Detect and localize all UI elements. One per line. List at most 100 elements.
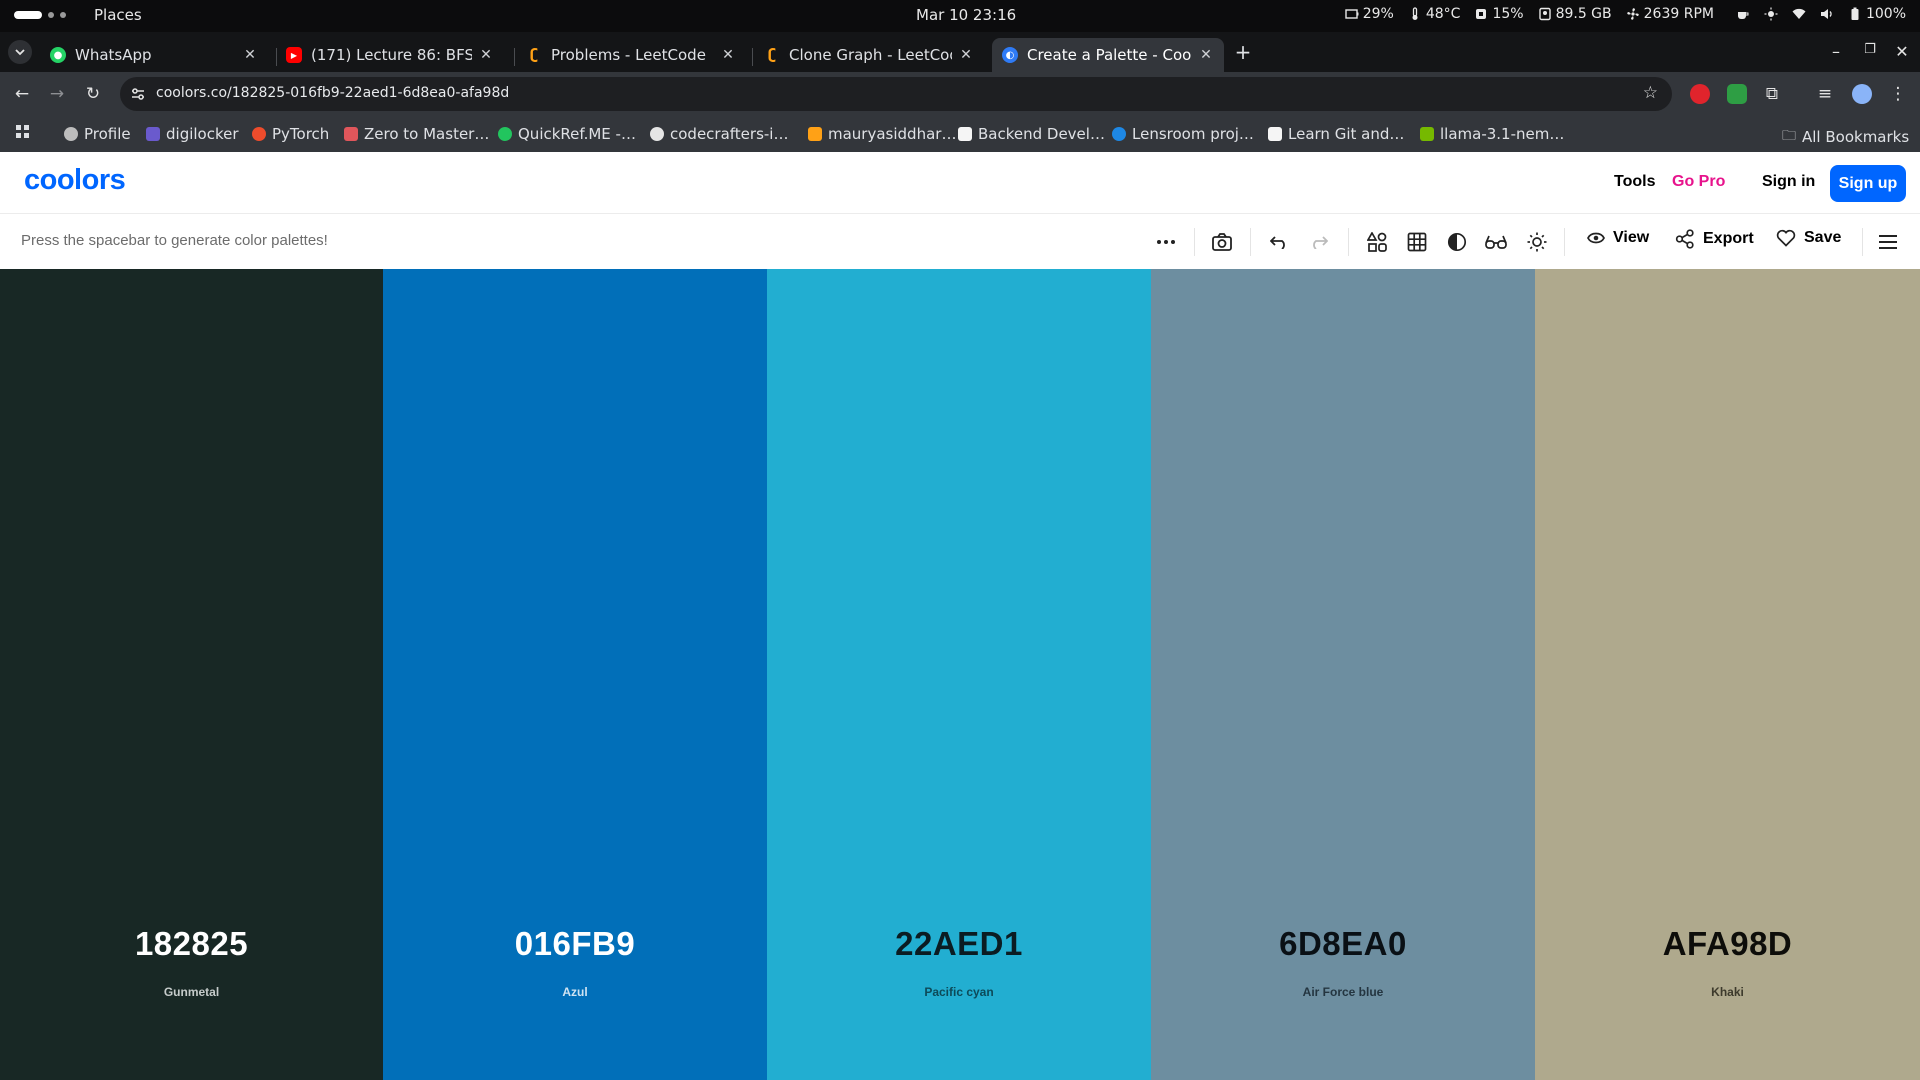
more-options-button[interactable] (1155, 231, 1177, 253)
color-swatch-1[interactable]: 182825 Gunmetal (0, 269, 383, 1080)
hex-code[interactable]: 22AED1 (767, 925, 1151, 963)
close-window-button[interactable]: ✕ (1892, 42, 1912, 61)
color-swatch-4[interactable]: 6D8EA0 Air Force blue (1151, 269, 1535, 1080)
ellipsis-icon (1157, 240, 1175, 244)
profile-avatar[interactable] (1852, 84, 1872, 104)
tab-whatsapp[interactable]: ● WhatsApp ✕ (40, 38, 268, 72)
color-swatch-5[interactable]: AFA98D Khaki (1535, 269, 1920, 1080)
caffeine-icon[interactable] (1736, 7, 1750, 21)
tab-coolors-palette[interactable]: ◐ Create a Palette - Coolor ✕ (992, 38, 1224, 72)
close-icon[interactable]: ✕ (478, 47, 494, 63)
extension-adblock-icon[interactable] (1690, 84, 1710, 104)
contrast-button[interactable] (1446, 231, 1468, 253)
redo-button[interactable] (1308, 231, 1330, 253)
restore-button[interactable]: ❐ (1860, 42, 1880, 57)
close-icon: ✕ (1895, 42, 1909, 61)
color-name[interactable]: Air Force blue (1151, 985, 1535, 999)
bookmark-quickref[interactable]: QuickRef.ME -… (498, 125, 636, 143)
color-name[interactable]: Azul (383, 985, 767, 999)
hex-code[interactable]: AFA98D (1535, 925, 1920, 963)
site-settings-icon[interactable] (130, 86, 146, 102)
new-tab-button[interactable]: + (1232, 41, 1254, 63)
github-icon (650, 127, 664, 141)
redo-icon (1313, 236, 1328, 249)
clock[interactable]: Mar 10 23:16 (916, 6, 1016, 24)
bookmarks-bar: Profile digilocker PyTorch Zero to Maste… (0, 116, 1920, 152)
bookmark-label: Backend Devel… (978, 125, 1105, 143)
reload-button[interactable]: ↻ (83, 84, 103, 104)
bookmark-backend-devel[interactable]: Backend Devel… (958, 125, 1105, 143)
hex-code[interactable]: 6D8EA0 (1151, 925, 1535, 963)
lensroom-icon (1112, 127, 1126, 141)
forward-button[interactable]: → (47, 84, 67, 104)
camera-button[interactable] (1211, 231, 1233, 253)
sign-in-link[interactable]: Sign in (1762, 173, 1815, 191)
browser-menu-button[interactable]: ⋮ (1888, 84, 1908, 104)
minimize-button[interactable]: – (1826, 42, 1846, 61)
close-icon[interactable]: ✕ (720, 47, 736, 63)
close-icon[interactable]: ✕ (242, 47, 258, 63)
undo-button[interactable] (1268, 231, 1290, 253)
shapes-button[interactable] (1366, 231, 1388, 253)
bookmark-zero-to-master[interactable]: Zero to Master… (344, 125, 489, 143)
media-control-button[interactable]: ≡ (1815, 84, 1835, 104)
bookmark-codecrafters[interactable]: codecrafters-i… (650, 125, 788, 143)
shapes-icon (1367, 232, 1387, 252)
tab-divider (514, 48, 515, 66)
sign-up-button[interactable]: Sign up (1830, 165, 1906, 202)
wifi-icon[interactable] (1792, 7, 1806, 21)
color-name[interactable]: Khaki (1535, 985, 1920, 999)
color-swatch-3[interactable]: 22AED1 Pacific cyan (767, 269, 1151, 1080)
close-icon[interactable]: ✕ (958, 47, 974, 63)
leetcode-icon: ʗ (767, 47, 777, 63)
color-swatch-2[interactable]: 016FB9 Azul (383, 269, 767, 1080)
workspace-indicator[interactable] (14, 11, 66, 19)
bookmark-digilocker[interactable]: digilocker (146, 125, 239, 143)
close-icon[interactable]: ✕ (1198, 47, 1214, 63)
disk-value: 89.5 GB (1555, 6, 1612, 22)
grid-view-button[interactable] (1406, 231, 1428, 253)
camera-icon (1212, 233, 1232, 251)
hex-code[interactable]: 016FB9 (383, 925, 767, 963)
extension-shield-icon[interactable] (1727, 84, 1747, 104)
tab-leetcode-problems[interactable]: ʗ Problems - LeetCode ✕ (516, 38, 746, 72)
color-name[interactable]: Pacific cyan (767, 985, 1151, 999)
bookmark-llama[interactable]: llama-3.1-nem… (1420, 125, 1564, 143)
color-blindness-button[interactable] (1485, 231, 1507, 253)
adjust-brightness-button[interactable] (1526, 231, 1548, 253)
color-name[interactable]: Gunmetal (0, 985, 383, 999)
bookmark-label: digilocker (166, 125, 239, 143)
all-bookmarks-button[interactable]: 🗀 All Bookmarks (1782, 125, 1909, 149)
bookmark-profile[interactable]: Profile (64, 125, 131, 143)
places-menu[interactable]: Places (94, 6, 142, 24)
hex-code[interactable]: 182825 (0, 925, 383, 963)
extensions-button[interactable]: ⧉ (1762, 84, 1782, 104)
bookmark-lensroom[interactable]: Lensroom proj… (1112, 125, 1254, 143)
tools-link[interactable]: Tools (1614, 173, 1655, 191)
bookmark-mauryasiddhar[interactable]: mauryasiddhar… (808, 125, 956, 143)
brightness-icon[interactable] (1764, 7, 1778, 21)
toolbar-divider (1250, 228, 1251, 256)
url-text[interactable]: coolors.co/182825-016fb9-22aed1-6d8ea0-a… (156, 85, 509, 101)
menu-button[interactable] (1877, 231, 1899, 253)
coolors-icon: ◐ (1002, 47, 1018, 63)
apps-button[interactable] (16, 125, 30, 139)
coolors-logo[interactable]: coolors (24, 164, 126, 197)
volume-icon[interactable] (1820, 7, 1834, 21)
tab-clone-graph[interactable]: ʗ Clone Graph - LeetCode ✕ (754, 38, 984, 72)
address-bar[interactable]: coolors.co/182825-016fb9-22aed1-6d8ea0-a… (120, 77, 1672, 111)
tray-icons (1736, 7, 1834, 21)
tab-search-button[interactable] (8, 40, 32, 64)
tab-title: Problems - LeetCode (551, 46, 706, 64)
export-button[interactable]: Export (1675, 229, 1754, 249)
bookmark-pytorch[interactable]: PyTorch (252, 125, 329, 143)
back-button[interactable]: ← (12, 84, 32, 104)
bookmark-learn-git[interactable]: Learn Git and… (1268, 125, 1404, 143)
bookmark-star-icon[interactable]: ☆ (1643, 83, 1658, 103)
system-status-area[interactable]: 29% 48°C 15% 89.5 GB 2639 RPM 100% (1345, 6, 1906, 22)
save-button[interactable]: Save (1776, 229, 1841, 247)
go-pro-link[interactable]: Go Pro (1672, 173, 1725, 191)
save-label: Save (1804, 229, 1842, 246)
view-button[interactable]: View (1587, 229, 1649, 247)
tab-youtube-lecture[interactable]: ▶ (171) Lecture 86: BFS Tra ✕ (276, 38, 504, 72)
